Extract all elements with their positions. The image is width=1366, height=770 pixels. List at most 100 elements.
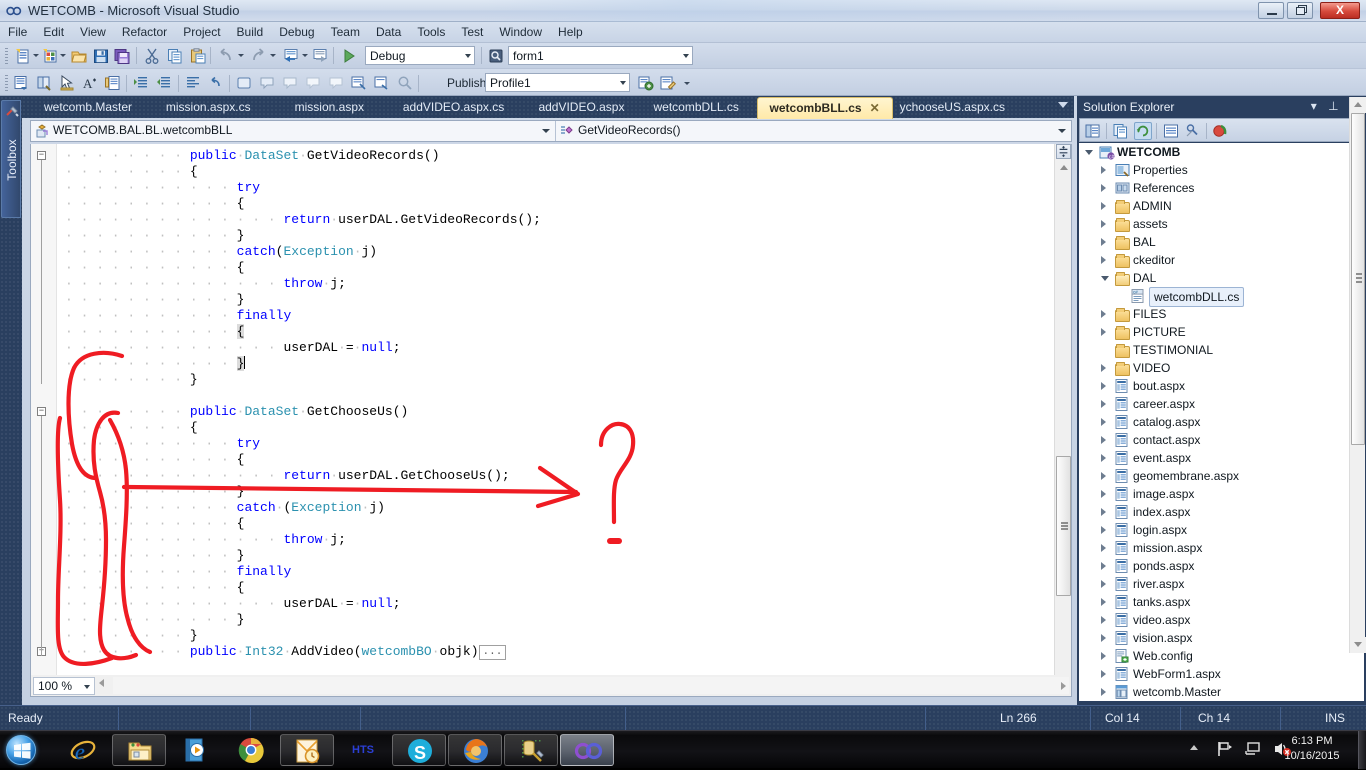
tree-item-ckeditor[interactable]: ckeditor: [1079, 251, 1364, 269]
tree-item-catalog-aspx[interactable]: catalog.aspx: [1079, 413, 1364, 431]
new-project-dropdown-icon[interactable]: [33, 54, 39, 57]
comment-selection-icon[interactable]: [304, 74, 322, 92]
close-button[interactable]: X: [1320, 2, 1360, 19]
code-fold-minus-icon[interactable]: −: [37, 151, 46, 160]
solution-configuration-combo[interactable]: Debug: [365, 46, 475, 65]
redo-icon[interactable]: [249, 47, 267, 65]
menu-item-project[interactable]: Project: [175, 22, 228, 41]
outdent-icon[interactable]: [155, 74, 173, 92]
maximize-restore-button[interactable]: [1287, 2, 1313, 19]
toolbar-overflow-icon[interactable]: [684, 82, 690, 85]
view-code-icon[interactable]: [1162, 122, 1180, 140]
editor-scroll-thumb[interactable]: [1056, 456, 1071, 596]
expander-collapsed-icon[interactable]: [1101, 562, 1106, 570]
menu-item-file[interactable]: File: [0, 22, 35, 41]
expander-collapsed-icon[interactable]: [1101, 202, 1106, 210]
class-dropdown[interactable]: WETCOMB.BAL.BL.wetcombBLL: [31, 121, 556, 141]
se-scroll-thumb[interactable]: [1351, 113, 1365, 445]
expander-collapsed-icon[interactable]: [1101, 616, 1106, 624]
tree-item-contact-aspx[interactable]: contact.aspx: [1079, 431, 1364, 449]
menu-item-view[interactable]: View: [72, 22, 114, 41]
minimize-button[interactable]: [1258, 2, 1284, 19]
menu-item-data[interactable]: Data: [368, 22, 409, 41]
scroll-left-icon[interactable]: [99, 679, 104, 687]
redo-dropdown-icon[interactable]: [270, 54, 276, 57]
skype-icon[interactable]: S: [392, 734, 446, 766]
expander-collapsed-icon[interactable]: [1101, 526, 1106, 534]
uncomment-block-icon[interactable]: [281, 74, 299, 92]
internet-explorer-icon[interactable]: e: [56, 734, 110, 766]
tree-item-references[interactable]: References: [1079, 179, 1364, 197]
font-icon[interactable]: A: [81, 74, 99, 92]
expander-collapsed-icon[interactable]: [1101, 220, 1106, 228]
sql-tools-icon[interactable]: [504, 734, 558, 766]
open-file-icon[interactable]: [70, 47, 88, 65]
tree-item-tanks-aspx[interactable]: tanks.aspx: [1079, 593, 1364, 611]
new-item-icon[interactable]: [41, 47, 59, 65]
zoom-level-combo[interactable]: 100 %: [33, 677, 95, 695]
editor-vertical-scrollbar[interactable]: [1054, 144, 1071, 688]
tree-item-event-aspx[interactable]: event.aspx: [1079, 449, 1364, 467]
code-fold-minus-icon[interactable]: −: [37, 407, 46, 416]
properties-icon[interactable]: [1084, 122, 1102, 140]
tree-item-web-config[interactable]: Web.config: [1079, 647, 1364, 665]
tree-item-admin[interactable]: ADMIN: [1079, 197, 1364, 215]
expander-collapsed-icon[interactable]: [1101, 256, 1106, 264]
expander-collapsed-icon[interactable]: [1101, 184, 1106, 192]
expander-collapsed-icon[interactable]: [1101, 436, 1106, 444]
menu-item-window[interactable]: Window: [491, 22, 550, 41]
tree-item-dal[interactable]: DAL: [1079, 269, 1364, 287]
network-flag-icon[interactable]: [1216, 740, 1234, 761]
expander-expanded-icon[interactable]: [1085, 150, 1093, 155]
mozilla-firefox-icon[interactable]: [448, 734, 502, 766]
expander-collapsed-icon[interactable]: [1101, 670, 1106, 678]
new-item-dropdown-icon[interactable]: [60, 54, 66, 57]
save-icon[interactable]: [92, 47, 110, 65]
google-chrome-icon[interactable]: [224, 734, 278, 766]
member-dropdown[interactable]: GetVideoRecords(): [556, 121, 1071, 141]
menu-item-debug[interactable]: Debug: [271, 22, 322, 41]
windows-explorer-icon[interactable]: [112, 734, 166, 766]
undo-icon[interactable]: [217, 47, 235, 65]
tree-item-properties[interactable]: Properties: [1079, 161, 1364, 179]
navigate-forward-icon[interactable]: [312, 47, 330, 65]
pointer-icon[interactable]: [58, 74, 76, 92]
expander-collapsed-icon[interactable]: [1101, 580, 1106, 588]
tree-item-image-aspx[interactable]: image.aspx: [1079, 485, 1364, 503]
publish-profile-combo[interactable]: Profile1: [485, 73, 630, 92]
tab-overflow-icon[interactable]: [1058, 102, 1068, 108]
expander-collapsed-icon[interactable]: [1101, 598, 1106, 606]
tree-item-files[interactable]: FILES: [1079, 305, 1364, 323]
expander-collapsed-icon[interactable]: [1101, 418, 1106, 426]
solution-explorer-tree[interactable]: c# WETCOMB Properties References ADMIN assets…: [1079, 143, 1364, 701]
expander-collapsed-icon[interactable]: [1101, 382, 1106, 390]
tree-item-river-aspx[interactable]: river.aspx: [1079, 575, 1364, 593]
properties-window-icon[interactable]: [35, 74, 53, 92]
scroll-up-button[interactable]: [1055, 160, 1071, 176]
new-project-icon[interactable]: [14, 47, 32, 65]
editor-tab-wetcombbll-cs[interactable]: wetcombBLL.cs ✕: [756, 97, 893, 119]
editor-gutter[interactable]: [31, 144, 57, 688]
tab-close-icon[interactable]: ✕: [870, 101, 880, 115]
editor-horizontal-scrollbar[interactable]: [113, 677, 1069, 694]
nuget-icon[interactable]: [1212, 122, 1230, 140]
editor-tab-wetcombdll-cs[interactable]: wetcombDLL.cs: [642, 97, 751, 118]
expander-collapsed-icon[interactable]: [1101, 634, 1106, 642]
menu-item-tools[interactable]: Tools: [409, 22, 453, 41]
editor-tab-mission-aspx-cs[interactable]: mission.aspx.cs: [154, 97, 263, 118]
tree-item-bal[interactable]: BAL: [1079, 233, 1364, 251]
pin-icon[interactable]: ⊥: [1328, 99, 1338, 113]
expander-collapsed-icon[interactable]: [1101, 544, 1106, 552]
tree-item-login-aspx[interactable]: login.aspx: [1079, 521, 1364, 539]
tree-item-picture[interactable]: PICTURE: [1079, 323, 1364, 341]
expander-collapsed-icon[interactable]: [1101, 454, 1106, 462]
edit-publish-settings-icon[interactable]: [659, 74, 677, 92]
code-editor[interactable]: · · · · · · · · public·DataSet·GetVideoR…: [30, 144, 1072, 689]
code-text[interactable]: · · · · · · · · public·DataSet·GetVideoR…: [65, 148, 1051, 660]
tree-item-wetcomb[interactable]: c# WETCOMB: [1079, 143, 1364, 161]
menu-item-test[interactable]: Test: [453, 22, 491, 41]
tree-item-video-aspx[interactable]: video.aspx: [1079, 611, 1364, 629]
expander-collapsed-icon[interactable]: [1101, 400, 1106, 408]
expander-collapsed-icon[interactable]: [1101, 328, 1106, 336]
show-all-files-icon[interactable]: [1112, 122, 1130, 140]
